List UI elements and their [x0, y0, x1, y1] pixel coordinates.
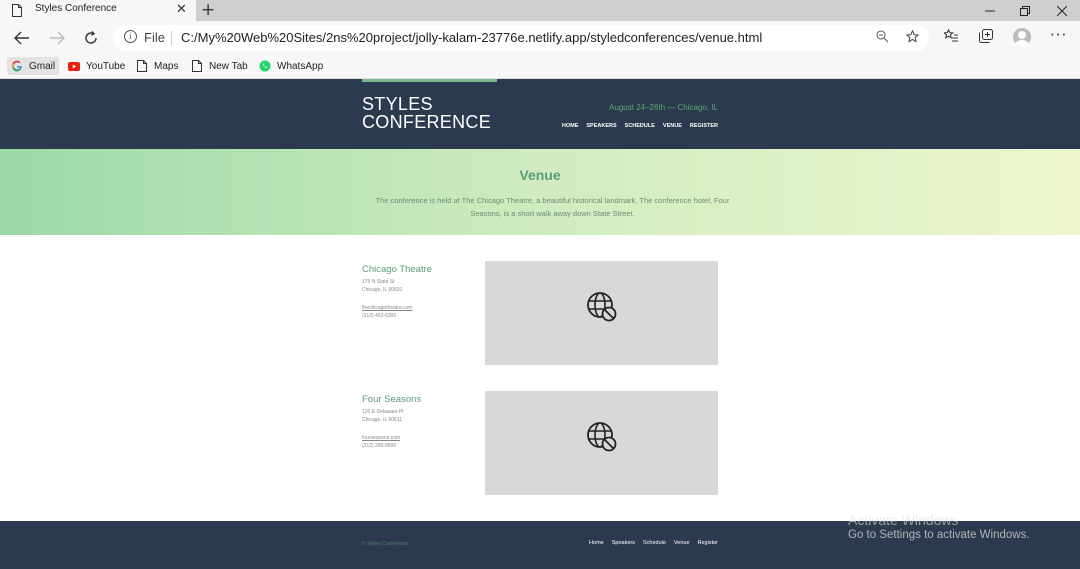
nav-register[interactable]: REGISTER: [690, 123, 718, 129]
venue-card-four-seasons: Four Seasons 120 E Delaware Pl Chicago, …: [362, 391, 722, 495]
venue-city: Chicago, IL 60601: [362, 287, 403, 293]
bookmarks-bar: Gmail YouTube Maps New Tab WhatsApp: [0, 54, 1080, 79]
venue-street: 120 E Delaware Pl: [362, 409, 404, 415]
bookmark-label: New Tab: [209, 60, 248, 72]
page-title: Venue: [519, 167, 561, 183]
nav-home[interactable]: HOME: [562, 123, 579, 129]
footer-nav-speakers[interactable]: Speakers: [612, 540, 635, 546]
bookmark-label: Gmail: [29, 60, 56, 72]
url-text[interactable]: C:/My%20Web%20Sites/2ns%20project/jolly-…: [181, 30, 762, 45]
conference-tagline: August 24–26th — Chicago, IL: [609, 103, 718, 112]
back-icon[interactable]: [12, 28, 32, 48]
bookmark-gmail[interactable]: Gmail: [7, 57, 60, 75]
nav-speakers[interactable]: SPEAKERS: [586, 123, 616, 129]
restore-icon[interactable]: [1010, 0, 1040, 21]
hero-description: The conference is held at The Chicago Th…: [375, 196, 730, 218]
scheme-label: File: [144, 30, 165, 45]
bookmark-label: WhatsApp: [277, 60, 324, 72]
more-menu-icon[interactable]: ···: [1050, 26, 1067, 44]
tab-title: Styles Conference: [35, 3, 117, 14]
venue-map-embed[interactable]: [485, 391, 718, 495]
footer-nav-venue[interactable]: Venue: [674, 540, 690, 546]
logo-accent-bar: [362, 79, 497, 82]
address-bar[interactable]: i File C:/My%20Web%20Sites/2ns%20project…: [113, 25, 929, 51]
close-tab-icon[interactable]: ✕: [176, 3, 187, 17]
globe-offline-icon: [587, 292, 617, 322]
venue-map-embed[interactable]: [485, 261, 718, 365]
page-icon: [136, 60, 148, 72]
address-toolbar: i File C:/My%20Web%20Sites/2ns%20project…: [0, 21, 1080, 54]
collections-icon[interactable]: [979, 29, 993, 47]
tab-strip: Styles Conference ✕ +: [0, 0, 1080, 21]
profile-avatar-icon[interactable]: [1013, 28, 1031, 46]
venue-website-link[interactable]: fourseasons.com: [362, 435, 400, 441]
page-icon: [191, 60, 203, 72]
bookmark-youtube[interactable]: YouTube: [68, 57, 125, 75]
close-window-icon[interactable]: [1047, 0, 1077, 21]
whatsapp-icon: [259, 60, 271, 72]
primary-nav: HOME SPEAKERS SCHEDULE VENUE REGISTER: [540, 123, 718, 129]
venue-phone: (312) 280-8800: [362, 443, 397, 449]
info-icon[interactable]: i: [124, 30, 137, 43]
bookmark-whatsapp[interactable]: WhatsApp: [259, 57, 323, 75]
footer-nav-home[interactable]: Home: [589, 540, 604, 546]
venue-website-link[interactable]: thechicagotheatre.com: [362, 305, 413, 311]
new-tab-button[interactable]: +: [201, 0, 215, 20]
footer-nav-schedule[interactable]: Schedule: [643, 540, 666, 546]
hero-banner: Venue The conference is held at The Chic…: [0, 149, 1080, 235]
google-icon: [11, 60, 23, 72]
bookmark-maps[interactable]: Maps: [136, 57, 178, 75]
bookmark-label: YouTube: [86, 60, 126, 72]
divider: [171, 31, 172, 45]
site-header: STYLES CONFERENCE August 24–26th — Chica…: [0, 79, 1080, 149]
zoom-icon[interactable]: [876, 30, 889, 47]
site-logo[interactable]: STYLES CONFERENCE: [362, 95, 491, 131]
youtube-icon: [68, 60, 80, 72]
footer-nav-register[interactable]: Register: [698, 540, 718, 546]
logo-line-1: STYLES: [362, 94, 433, 114]
favorites-list-icon[interactable]: [942, 28, 958, 46]
venue-street: 175 N State St: [362, 279, 395, 285]
venue-name: Four Seasons: [362, 394, 422, 405]
minimize-icon[interactable]: [975, 0, 1005, 21]
refresh-icon[interactable]: [81, 28, 101, 48]
venue-phone: (312) 462-6300: [362, 313, 397, 319]
nav-venue[interactable]: VENUE: [663, 123, 682, 129]
nav-schedule[interactable]: SCHEDULE: [625, 123, 655, 129]
activate-windows-watermark: Activate Windows Go to Settings to activ…: [848, 512, 1030, 541]
bookmark-label: Maps: [154, 60, 179, 72]
logo-line-2: CONFERENCE: [362, 112, 492, 132]
favorite-star-icon[interactable]: [905, 29, 920, 47]
forward-icon[interactable]: [47, 28, 67, 48]
page-icon: [12, 4, 22, 17]
venue-name: Chicago Theatre: [362, 264, 433, 275]
web-page: STYLES CONFERENCE August 24–26th — Chica…: [0, 79, 1080, 569]
venue-city: Chicago, IL 60611: [362, 417, 403, 423]
watermark-title: Activate Windows: [848, 512, 959, 528]
globe-offline-icon: [587, 422, 617, 452]
venue-card-chicago-theatre: Chicago Theatre 175 N State St Chicago, …: [362, 261, 722, 365]
footer-nav: Home Speakers Schedule Venue Register: [560, 540, 718, 546]
watermark-subtitle: Go to Settings to activate Windows.: [848, 529, 1030, 541]
bookmark-new-tab[interactable]: New Tab: [191, 57, 248, 75]
copyright-text: © Styles Conference: [362, 541, 408, 547]
browser-tab[interactable]: Styles Conference ✕: [0, 0, 196, 21]
